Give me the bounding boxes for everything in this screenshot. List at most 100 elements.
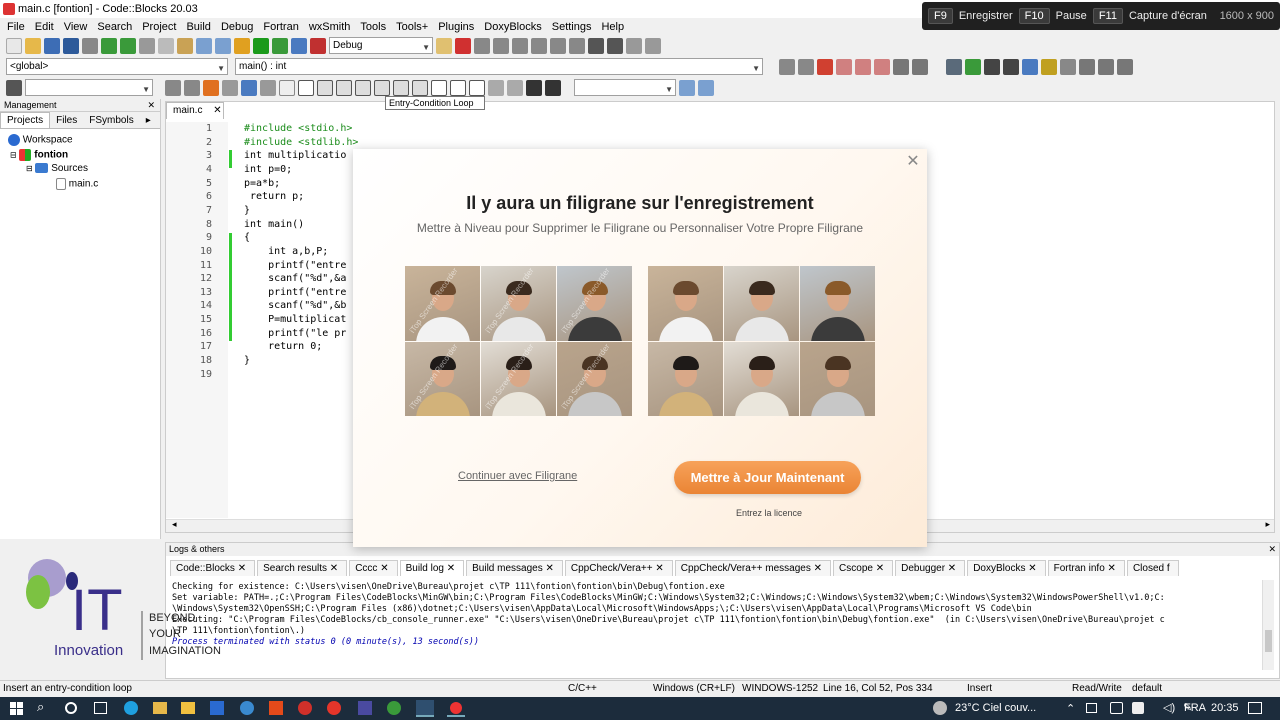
replace-text-icon[interactable]: [241, 79, 257, 96]
code-line[interactable]: P=multiplicat: [244, 314, 346, 325]
logs-vertical-scrollbar[interactable]: [1262, 580, 1274, 670]
undo-icon[interactable]: [101, 37, 117, 54]
exit-loop-icon[interactable]: [374, 79, 390, 96]
hotkey-pause-key[interactable]: F10: [1018, 8, 1050, 24]
build-gear-icon[interactable]: [234, 37, 250, 54]
mail-icon[interactable]: [210, 701, 224, 715]
enter-licence-link[interactable]: Entrez la licence: [736, 508, 802, 518]
fortran-jump-icon[interactable]: [1079, 58, 1095, 75]
compiler-select[interactable]: ▼: [25, 79, 153, 96]
next-instruction-icon[interactable]: [550, 37, 566, 54]
tab-fsymbols[interactable]: FSymbols: [83, 113, 139, 128]
tree-workspace[interactable]: Workspace: [8, 134, 73, 146]
zoom-in-icon[interactable]: [488, 79, 504, 96]
code-line[interactable]: int p=0;: [244, 164, 292, 175]
menu-search[interactable]: Search: [92, 21, 137, 33]
tab-files[interactable]: Files: [50, 113, 83, 128]
editor-tab-main-c[interactable]: main.c ✕: [166, 102, 224, 119]
start-windows-icon[interactable]: [10, 702, 23, 715]
code-line[interactable]: }: [244, 355, 250, 366]
logtab-debugger[interactable]: Debugger ✕: [895, 559, 966, 576]
code-line[interactable]: int a,b,P;: [244, 246, 328, 257]
run-icon[interactable]: [253, 37, 269, 54]
continue-with-watermark-link[interactable]: Continuer avec Filigrane: [458, 470, 577, 482]
menu-edit[interactable]: Edit: [30, 21, 59, 33]
edge-icon[interactable]: [124, 701, 138, 715]
fortran-mark-icon[interactable]: [1098, 58, 1114, 75]
instruction-block-icon[interactable]: [298, 79, 314, 96]
clock[interactable]: 20:35: [1211, 702, 1239, 714]
menu-file[interactable]: File: [2, 21, 30, 33]
bookmark-clear-icon[interactable]: [874, 58, 890, 75]
menu-settings[interactable]: Settings: [547, 21, 597, 33]
doxy-prefs-icon[interactable]: [1060, 58, 1076, 75]
paste-icon[interactable]: [177, 37, 193, 54]
bookmark-prev-icon[interactable]: [836, 58, 852, 75]
if-block-icon[interactable]: [317, 79, 333, 96]
stop-debugger-icon[interactable]: [607, 37, 623, 54]
store-icon[interactable]: [153, 702, 167, 714]
language-indicator[interactable]: FRA: [1184, 702, 1206, 714]
tree-project[interactable]: ⊟ fontion: [10, 149, 68, 161]
scope-select[interactable]: <global> ▼: [6, 58, 228, 75]
office-icon[interactable]: [269, 701, 283, 715]
nav-down-icon[interactable]: [912, 58, 928, 75]
opera-gx-icon[interactable]: [327, 701, 341, 715]
tab-projects[interactable]: Projects: [0, 112, 51, 128]
code-line[interactable]: printf("entre: [244, 260, 346, 271]
logtab-cppcheck[interactable]: CppCheck/Vera++ ✕: [564, 559, 673, 576]
menu-plugins[interactable]: Plugins: [433, 21, 479, 33]
code-line[interactable]: p=a*b;: [244, 178, 280, 189]
app-icon[interactable]: [240, 701, 254, 715]
menu-build[interactable]: Build: [181, 21, 215, 33]
collapse-icon[interactable]: ⊟: [10, 151, 17, 160]
close-icon[interactable]: ✕: [213, 105, 221, 116]
menu-help[interactable]: Help: [596, 21, 629, 33]
doxy-chm-icon[interactable]: [1041, 58, 1057, 75]
code-line[interactable]: scanf("%d",&b: [244, 300, 346, 311]
code-line[interactable]: {: [244, 232, 250, 243]
upgrade-now-button[interactable]: Mettre à Jour Maintenant: [674, 461, 861, 494]
notifications-icon[interactable]: [1248, 702, 1262, 714]
codeblocks-taskbar-icon[interactable]: [416, 700, 434, 717]
logtab-cccc[interactable]: Cccc ✕: [349, 559, 398, 576]
step-into-icon[interactable]: [512, 37, 528, 54]
return-block-icon[interactable]: [450, 79, 466, 96]
run-debug-icon[interactable]: [6, 79, 22, 96]
highlight-icon[interactable]: [203, 79, 219, 96]
c-format-icon[interactable]: [545, 79, 561, 96]
logtab-search-results[interactable]: Search results ✕: [257, 559, 348, 576]
tray-app-icon[interactable]: [1086, 703, 1097, 713]
save-icon[interactable]: [44, 37, 60, 54]
step-instruction-icon[interactable]: [569, 37, 585, 54]
run-to-cursor-icon[interactable]: [474, 37, 490, 54]
step-out-icon[interactable]: [531, 37, 547, 54]
hotkey-record-key[interactable]: F9: [928, 8, 953, 24]
tray-onedrive-icon[interactable]: [1132, 702, 1144, 714]
recorder-taskbar-icon[interactable]: [447, 700, 465, 717]
scroll-right-icon[interactable]: ▸: [1265, 519, 1270, 530]
tabs-scroll-icon[interactable]: ▸: [140, 113, 157, 128]
fortran-forward-icon[interactable]: [1117, 58, 1133, 75]
function-select[interactable]: main() : int ▼: [235, 58, 763, 75]
wildcard-icon[interactable]: [260, 79, 276, 96]
tray-volume-icon[interactable]: ◁): [1163, 701, 1175, 714]
code-line[interactable]: return p;: [244, 191, 304, 202]
close-icon[interactable]: ✕: [905, 154, 921, 170]
menu-fortran[interactable]: Fortran: [258, 21, 303, 33]
weather-text[interactable]: 23°C Ciel couv...: [955, 702, 1036, 714]
menu-tools-plus[interactable]: Tools+: [391, 21, 433, 33]
opera-icon[interactable]: [298, 701, 312, 715]
break-block-icon[interactable]: [412, 79, 428, 96]
logtab-cppcheck-messages[interactable]: CppCheck/Vera++ messages ✕: [674, 559, 832, 576]
code-line[interactable]: printf("le pr: [244, 328, 346, 339]
doxy-comment-line-icon[interactable]: [1003, 58, 1019, 75]
continue-block-icon[interactable]: [431, 79, 447, 96]
scrollbar-thumb[interactable]: [1265, 630, 1272, 652]
for-loop-icon[interactable]: [393, 79, 409, 96]
s-format-icon[interactable]: [526, 79, 542, 96]
break-debugger-icon[interactable]: [588, 37, 604, 54]
select-icon[interactable]: [222, 79, 238, 96]
build-and-run-icon[interactable]: [272, 37, 288, 54]
jump-back-icon[interactable]: [779, 58, 795, 75]
